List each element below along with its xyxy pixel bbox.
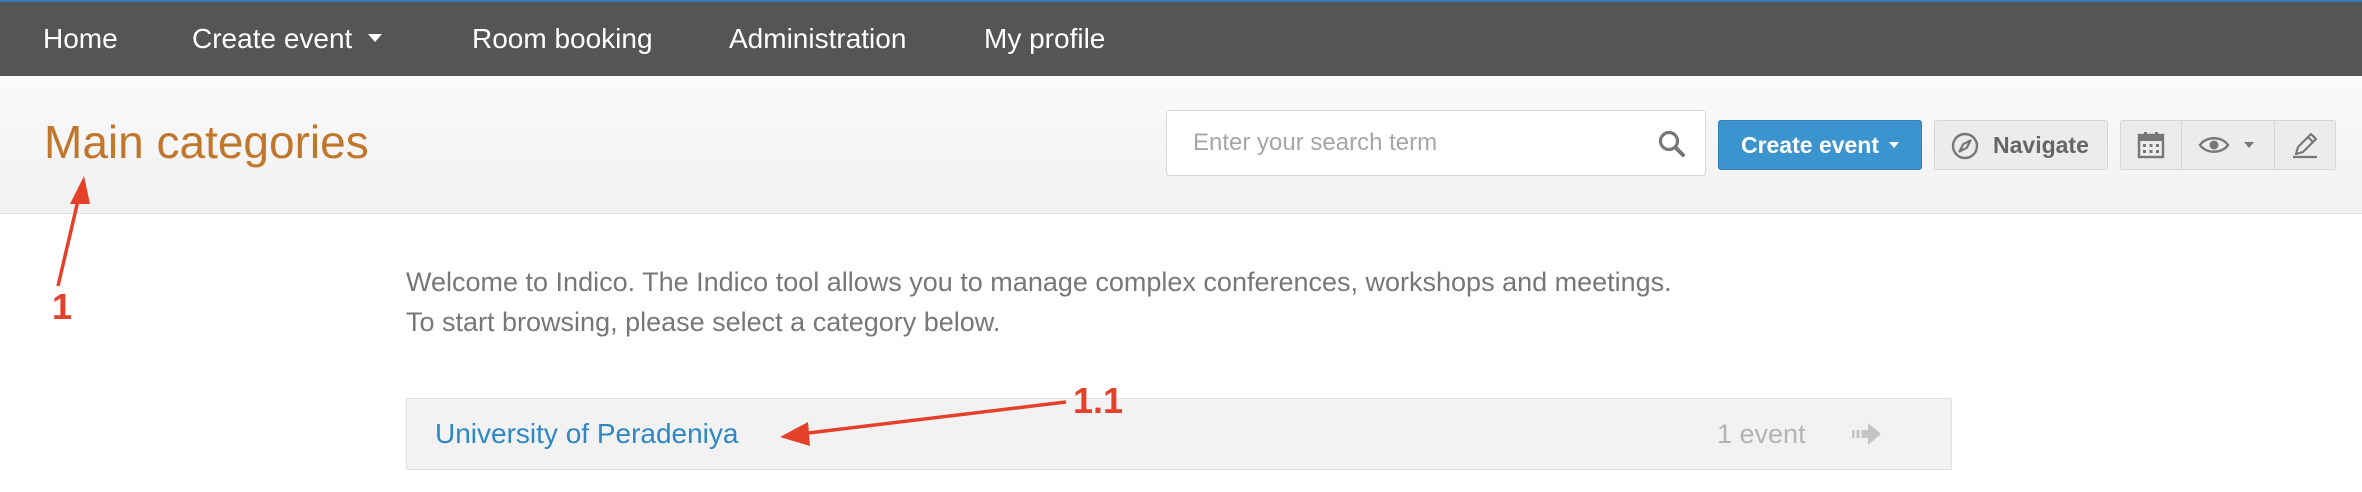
nav-administration[interactable]: Administration <box>729 2 906 76</box>
page-title: Main categories <box>44 116 369 168</box>
pencil-icon <box>2293 132 2318 159</box>
nav-create-event[interactable]: Create event <box>192 2 383 76</box>
welcome-line-2: To start browsing, please select a categ… <box>406 307 1001 337</box>
calendar-icon <box>2137 132 2165 159</box>
top-navigation-bar: Home Create event Room booking Administr… <box>0 0 2362 76</box>
chevron-down-icon <box>2244 142 2254 148</box>
eye-icon <box>2198 137 2230 153</box>
category-row[interactable]: University of Peradeniya 1 event <box>406 398 1952 470</box>
event-tools-group <box>2120 120 2336 170</box>
view-options-button[interactable] <box>2182 121 2274 169</box>
navigate-button-label: Navigate <box>1993 132 2089 158</box>
chevron-down-icon <box>1889 141 1900 148</box>
arrow-right-icon[interactable] <box>1851 421 1883 447</box>
edit-button[interactable] <box>2275 121 2335 169</box>
search-box <box>1166 110 1706 176</box>
nav-create-event-label: Create event <box>192 23 353 54</box>
welcome-text: Welcome to Indico. The Indico tool allow… <box>406 262 1672 342</box>
create-event-button-label: Create event <box>1740 132 1880 158</box>
search-input[interactable] <box>1167 111 1647 175</box>
annotation-label-1-1: 1.1 <box>1073 380 1124 421</box>
caret-down-icon <box>368 33 383 42</box>
create-event-button[interactable]: Create event <box>1718 120 1922 170</box>
nav-home[interactable]: Home <box>43 2 118 76</box>
page-header: Main categories Create event Navigate <box>0 76 2362 214</box>
compass-icon <box>1951 132 1979 160</box>
calendar-button[interactable] <box>2121 121 2181 169</box>
nav-my-profile[interactable]: My profile <box>984 2 1105 76</box>
navigate-button[interactable]: Navigate <box>1934 120 2108 170</box>
search-icon[interactable] <box>1657 129 1687 159</box>
category-link[interactable]: University of Peradeniya <box>435 399 738 469</box>
nav-room-booking[interactable]: Room booking <box>472 2 653 76</box>
category-event-count: 1 event <box>1717 419 1806 449</box>
annotation-label-1: 1 <box>52 286 73 327</box>
welcome-line-1: Welcome to Indico. The Indico tool allow… <box>406 267 1672 297</box>
